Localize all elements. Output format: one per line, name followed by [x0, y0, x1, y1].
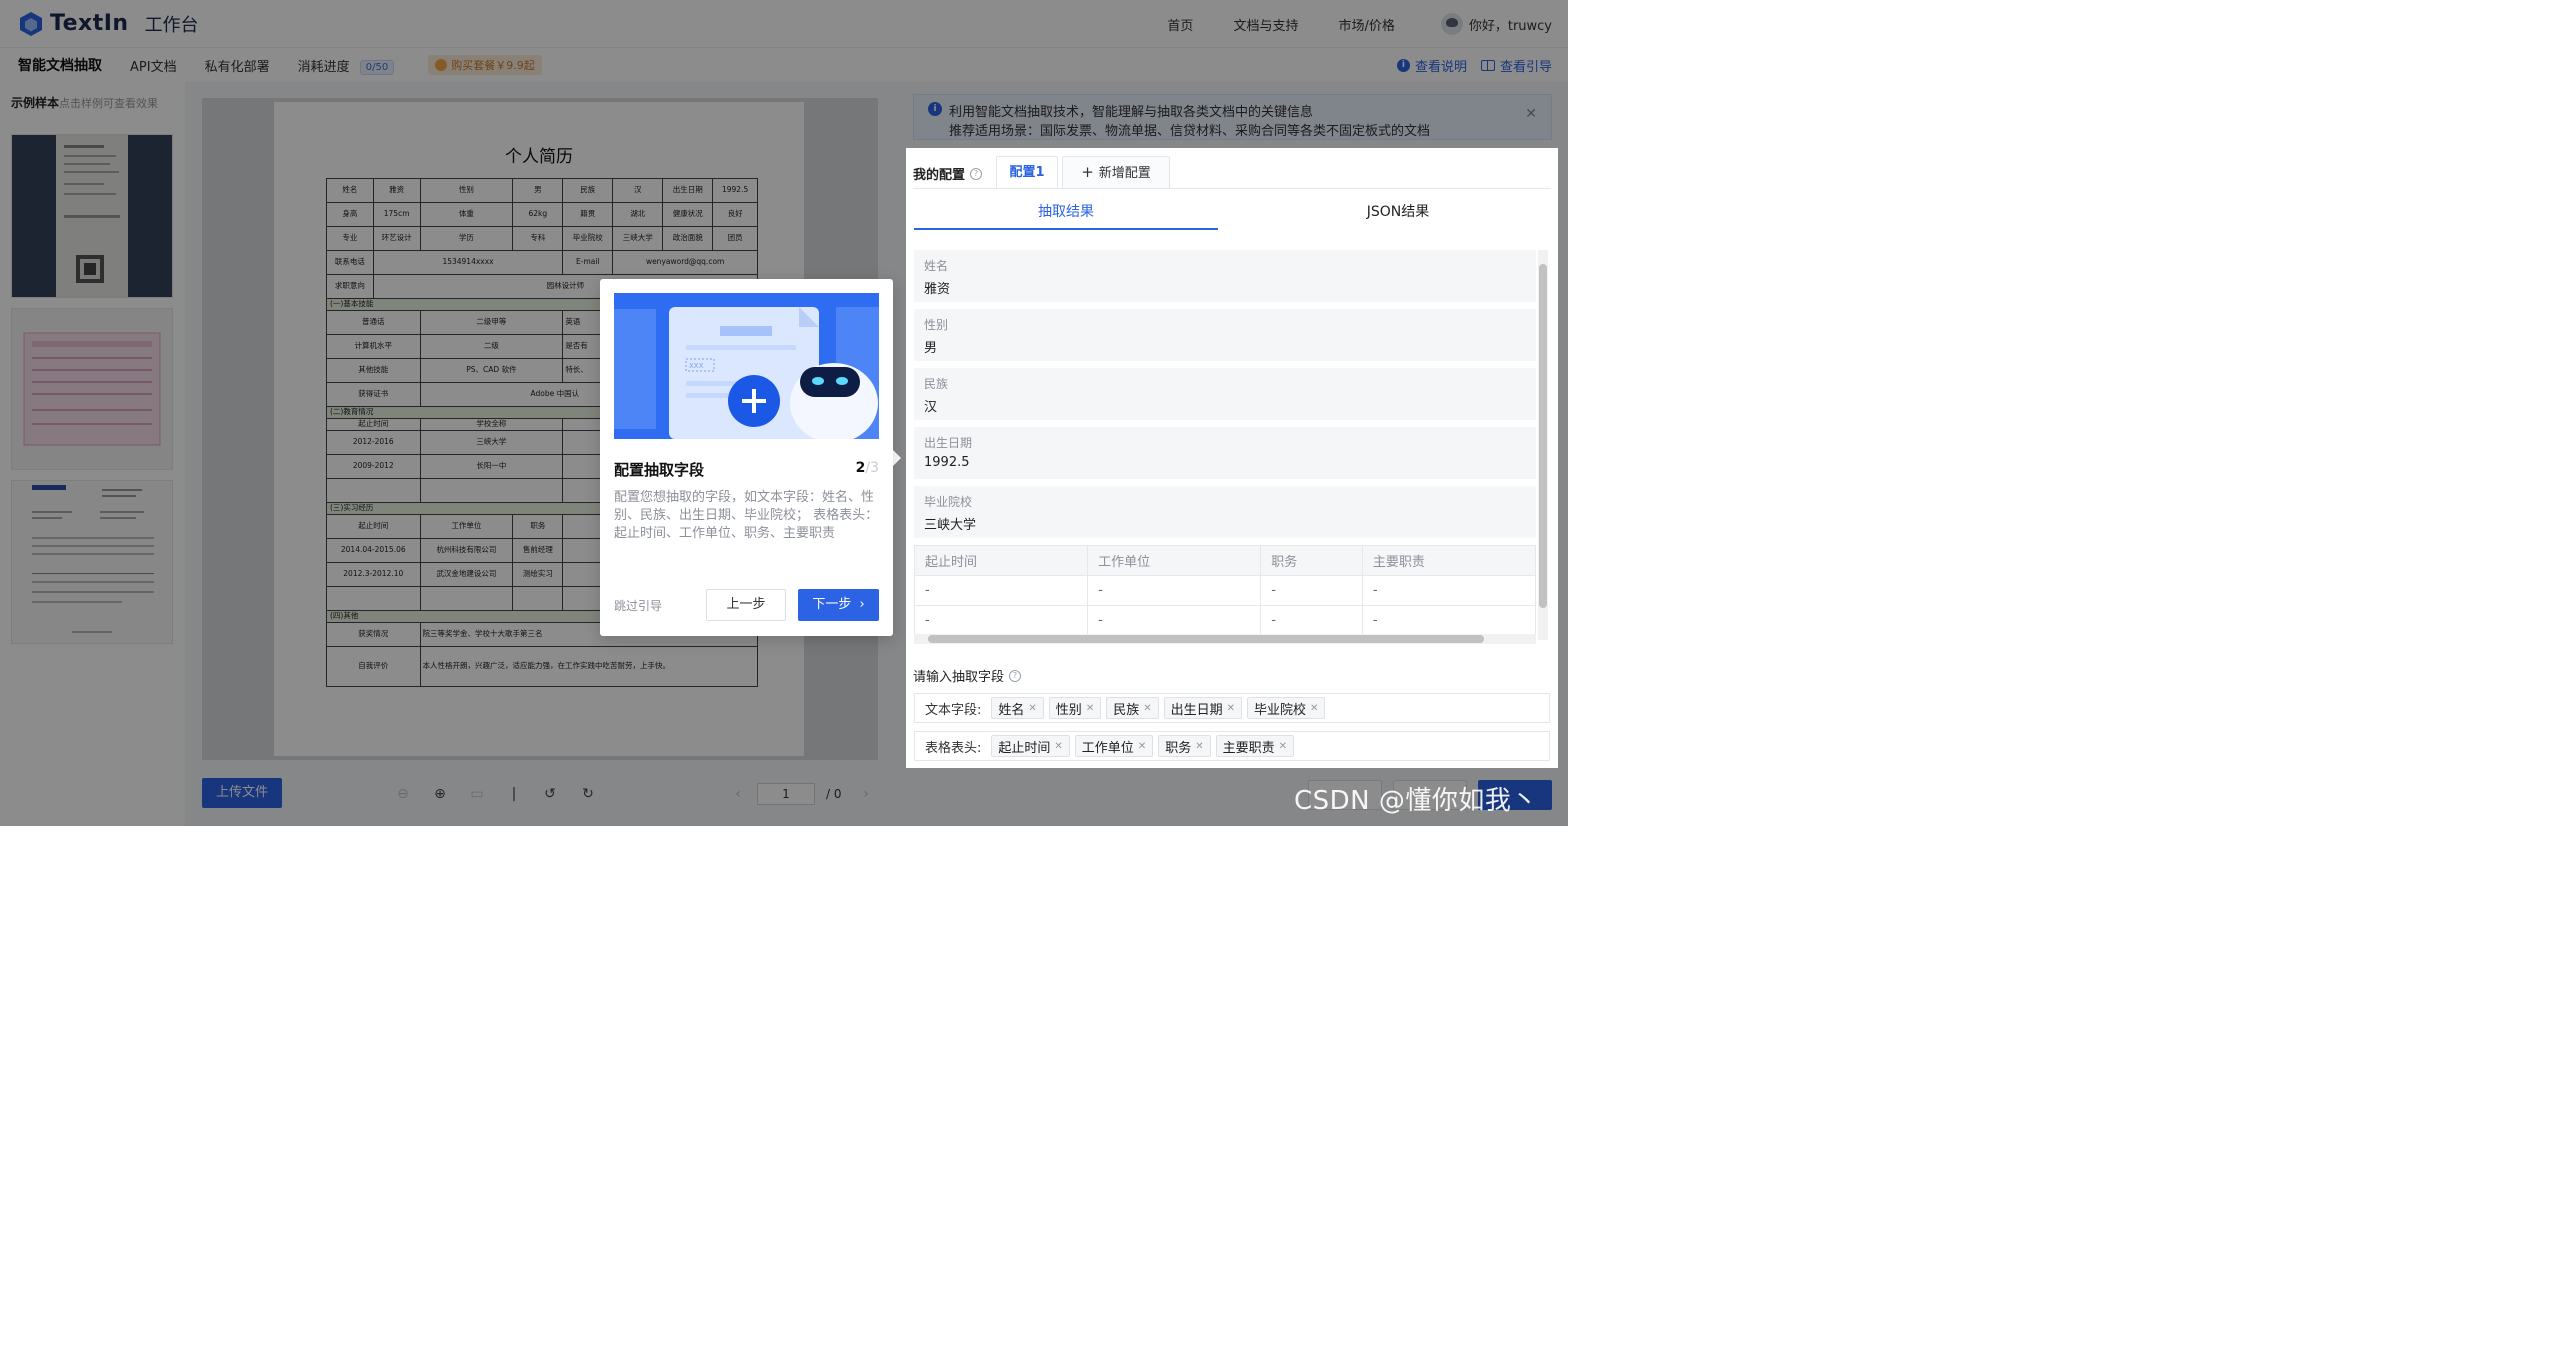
add-config-button[interactable]: + 新增配置	[1062, 156, 1170, 188]
tab-config-1[interactable]: 配置1	[996, 156, 1058, 188]
list-item: 出生日期 1992.5	[914, 427, 1536, 479]
guide-popover: XXX 配置抽取字段 2/3 配置您想抽取的字段，如文本字段：姓名、性别、民族、…	[600, 279, 893, 636]
chip-label: 职务	[1165, 740, 1192, 756]
illus-tag-label: XXX	[689, 362, 704, 370]
tab-extract-result[interactable]: 抽取结果	[914, 200, 1218, 230]
field-chip: 姓名 ✕	[991, 697, 1044, 719]
list-item: 毕业院校 三峡大学	[914, 486, 1536, 538]
chip-label: 起止时间	[998, 740, 1051, 756]
my-config-text: 我的配置	[913, 168, 966, 183]
guide-step-current: 2	[855, 460, 866, 476]
table-cell: -	[1260, 575, 1363, 606]
chevron-right-icon: ›	[859, 597, 865, 612]
add-config-label: 新增配置	[1098, 166, 1151, 181]
extract-fields-label: 请输入抽取字段 ?	[913, 666, 1022, 685]
horizontal-scrollbar[interactable]	[914, 634, 1536, 644]
field-key: 性别	[924, 318, 949, 332]
guide-description: 配置您想抽取的字段，如文本字段：姓名、性别、民族、出生日期、毕业院校； 表格表头…	[614, 490, 879, 541]
list-item: 性别 男	[914, 309, 1536, 361]
prev-step-button[interactable]: 上一步	[706, 589, 786, 621]
guide-title: 配置抽取字段	[614, 461, 705, 479]
field-value: 1992.5	[924, 455, 970, 470]
table-result: 起止时间 工作单位 职务 主要职责 - - - - - - - -	[914, 545, 1536, 636]
chip-label: 性别	[1055, 702, 1082, 718]
close-icon[interactable]: ✕	[1279, 741, 1287, 752]
table-cell: -	[1361, 575, 1536, 606]
question-icon[interactable]: ?	[1009, 669, 1022, 682]
close-icon[interactable]: ✕	[1028, 703, 1036, 714]
question-icon[interactable]: ?	[970, 167, 983, 180]
close-icon[interactable]: ✕	[1227, 703, 1235, 714]
tab-json-result[interactable]: JSON结果	[1246, 200, 1550, 230]
guide-step-total: /3	[865, 460, 879, 476]
field-chip: 毕业院校 ✕	[1247, 697, 1326, 719]
scrollbar-thumb[interactable]	[928, 635, 1484, 643]
text-fields-label: 文本字段:	[925, 702, 982, 718]
chip-label: 毕业院校	[1254, 702, 1307, 718]
field-key: 毕业院校	[924, 495, 973, 509]
field-value: 三峡大学	[924, 518, 977, 533]
table-header-cell: 起止时间	[914, 545, 1089, 576]
close-icon[interactable]: ✕	[1054, 741, 1062, 752]
table-cell: -	[914, 605, 1089, 636]
text-fields-input[interactable]: 文本字段: 姓名 ✕ 性别 ✕ 民族 ✕ 出生日期 ✕ 毕业院校 ✕	[914, 693, 1550, 723]
table-row: - - - -	[914, 575, 1536, 606]
table-headers-input[interactable]: 表格表头: 起止时间 ✕ 工作单位 ✕ 职务 ✕ 主要职责 ✕	[914, 731, 1550, 761]
next-step-label: 下一步	[812, 597, 852, 612]
skip-guide-link[interactable]: 跳过引导	[614, 597, 662, 614]
next-step-button[interactable]: 下一步 ›	[798, 589, 879, 621]
my-config-label: 我的配置 ?	[913, 164, 983, 183]
csdn-watermark: CSDN @懂你如我丶	[1294, 786, 1538, 816]
guide-step-indicator: 2/3	[856, 460, 879, 476]
chip-label: 民族	[1113, 702, 1140, 718]
field-chip: 出生日期 ✕	[1163, 697, 1243, 719]
table-header-cell: 工作单位	[1087, 545, 1262, 576]
field-chip: 性别 ✕	[1048, 697, 1102, 719]
close-icon[interactable]: ✕	[1086, 703, 1094, 714]
chip-label: 姓名	[998, 702, 1025, 718]
table-cell: -	[1361, 605, 1536, 636]
chip-label: 出生日期	[1170, 702, 1223, 718]
field-key: 民族	[924, 377, 949, 391]
close-icon[interactable]: ✕	[1143, 703, 1151, 714]
close-icon[interactable]: ✕	[1138, 741, 1146, 752]
tab-divider	[913, 188, 1551, 189]
list-item: 民族 汉	[914, 368, 1536, 420]
field-chip: 起止时间 ✕	[991, 735, 1070, 757]
table-header-cell: 职务	[1260, 545, 1363, 576]
table-cell: -	[1087, 605, 1262, 636]
table-headers-label: 表格表头:	[925, 740, 982, 756]
vertical-scrollbar[interactable]	[1538, 250, 1548, 640]
field-chip: 主要职责 ✕	[1215, 735, 1295, 757]
close-icon[interactable]: ✕	[1195, 741, 1203, 752]
table-header-cell: 主要职责	[1361, 545, 1536, 576]
guide-arrow	[893, 450, 901, 466]
table-cell: -	[1087, 575, 1262, 606]
config-panel: 我的配置 ? 配置1 + 新增配置 抽取结果 JSON结果 姓名 雅资 性别 男 …	[906, 148, 1558, 768]
field-key: 出生日期	[924, 436, 973, 450]
extract-result-list: 姓名 雅资 性别 男 民族 汉 出生日期 1992.5 毕业院校 三峡大学 起止…	[914, 250, 1536, 644]
table-cell: -	[914, 575, 1089, 606]
guide-illustration: XXX	[614, 293, 879, 439]
close-icon[interactable]: ✕	[1310, 703, 1318, 714]
chip-label: 工作单位	[1081, 740, 1134, 756]
field-chip: 民族 ✕	[1106, 697, 1159, 719]
field-chip: 职务 ✕	[1158, 735, 1211, 757]
table-row: - - - -	[914, 605, 1536, 636]
field-value: 男	[924, 341, 938, 356]
scrollbar-thumb[interactable]	[1539, 264, 1547, 608]
table-cell: -	[1260, 605, 1363, 636]
list-item: 姓名 雅资	[914, 250, 1536, 302]
plus-icon: +	[1081, 163, 1094, 181]
table-row: 起止时间 工作单位 职务 主要职责	[914, 545, 1536, 576]
robot-document-illustration-icon: XXX	[614, 293, 879, 439]
field-chip: 工作单位 ✕	[1074, 735, 1154, 757]
field-value: 汉	[924, 400, 938, 415]
field-value: 雅资	[924, 282, 951, 297]
chip-label: 主要职责	[1222, 740, 1275, 756]
field-key: 姓名	[924, 259, 949, 273]
extract-fields-text: 请输入抽取字段	[913, 670, 1005, 685]
